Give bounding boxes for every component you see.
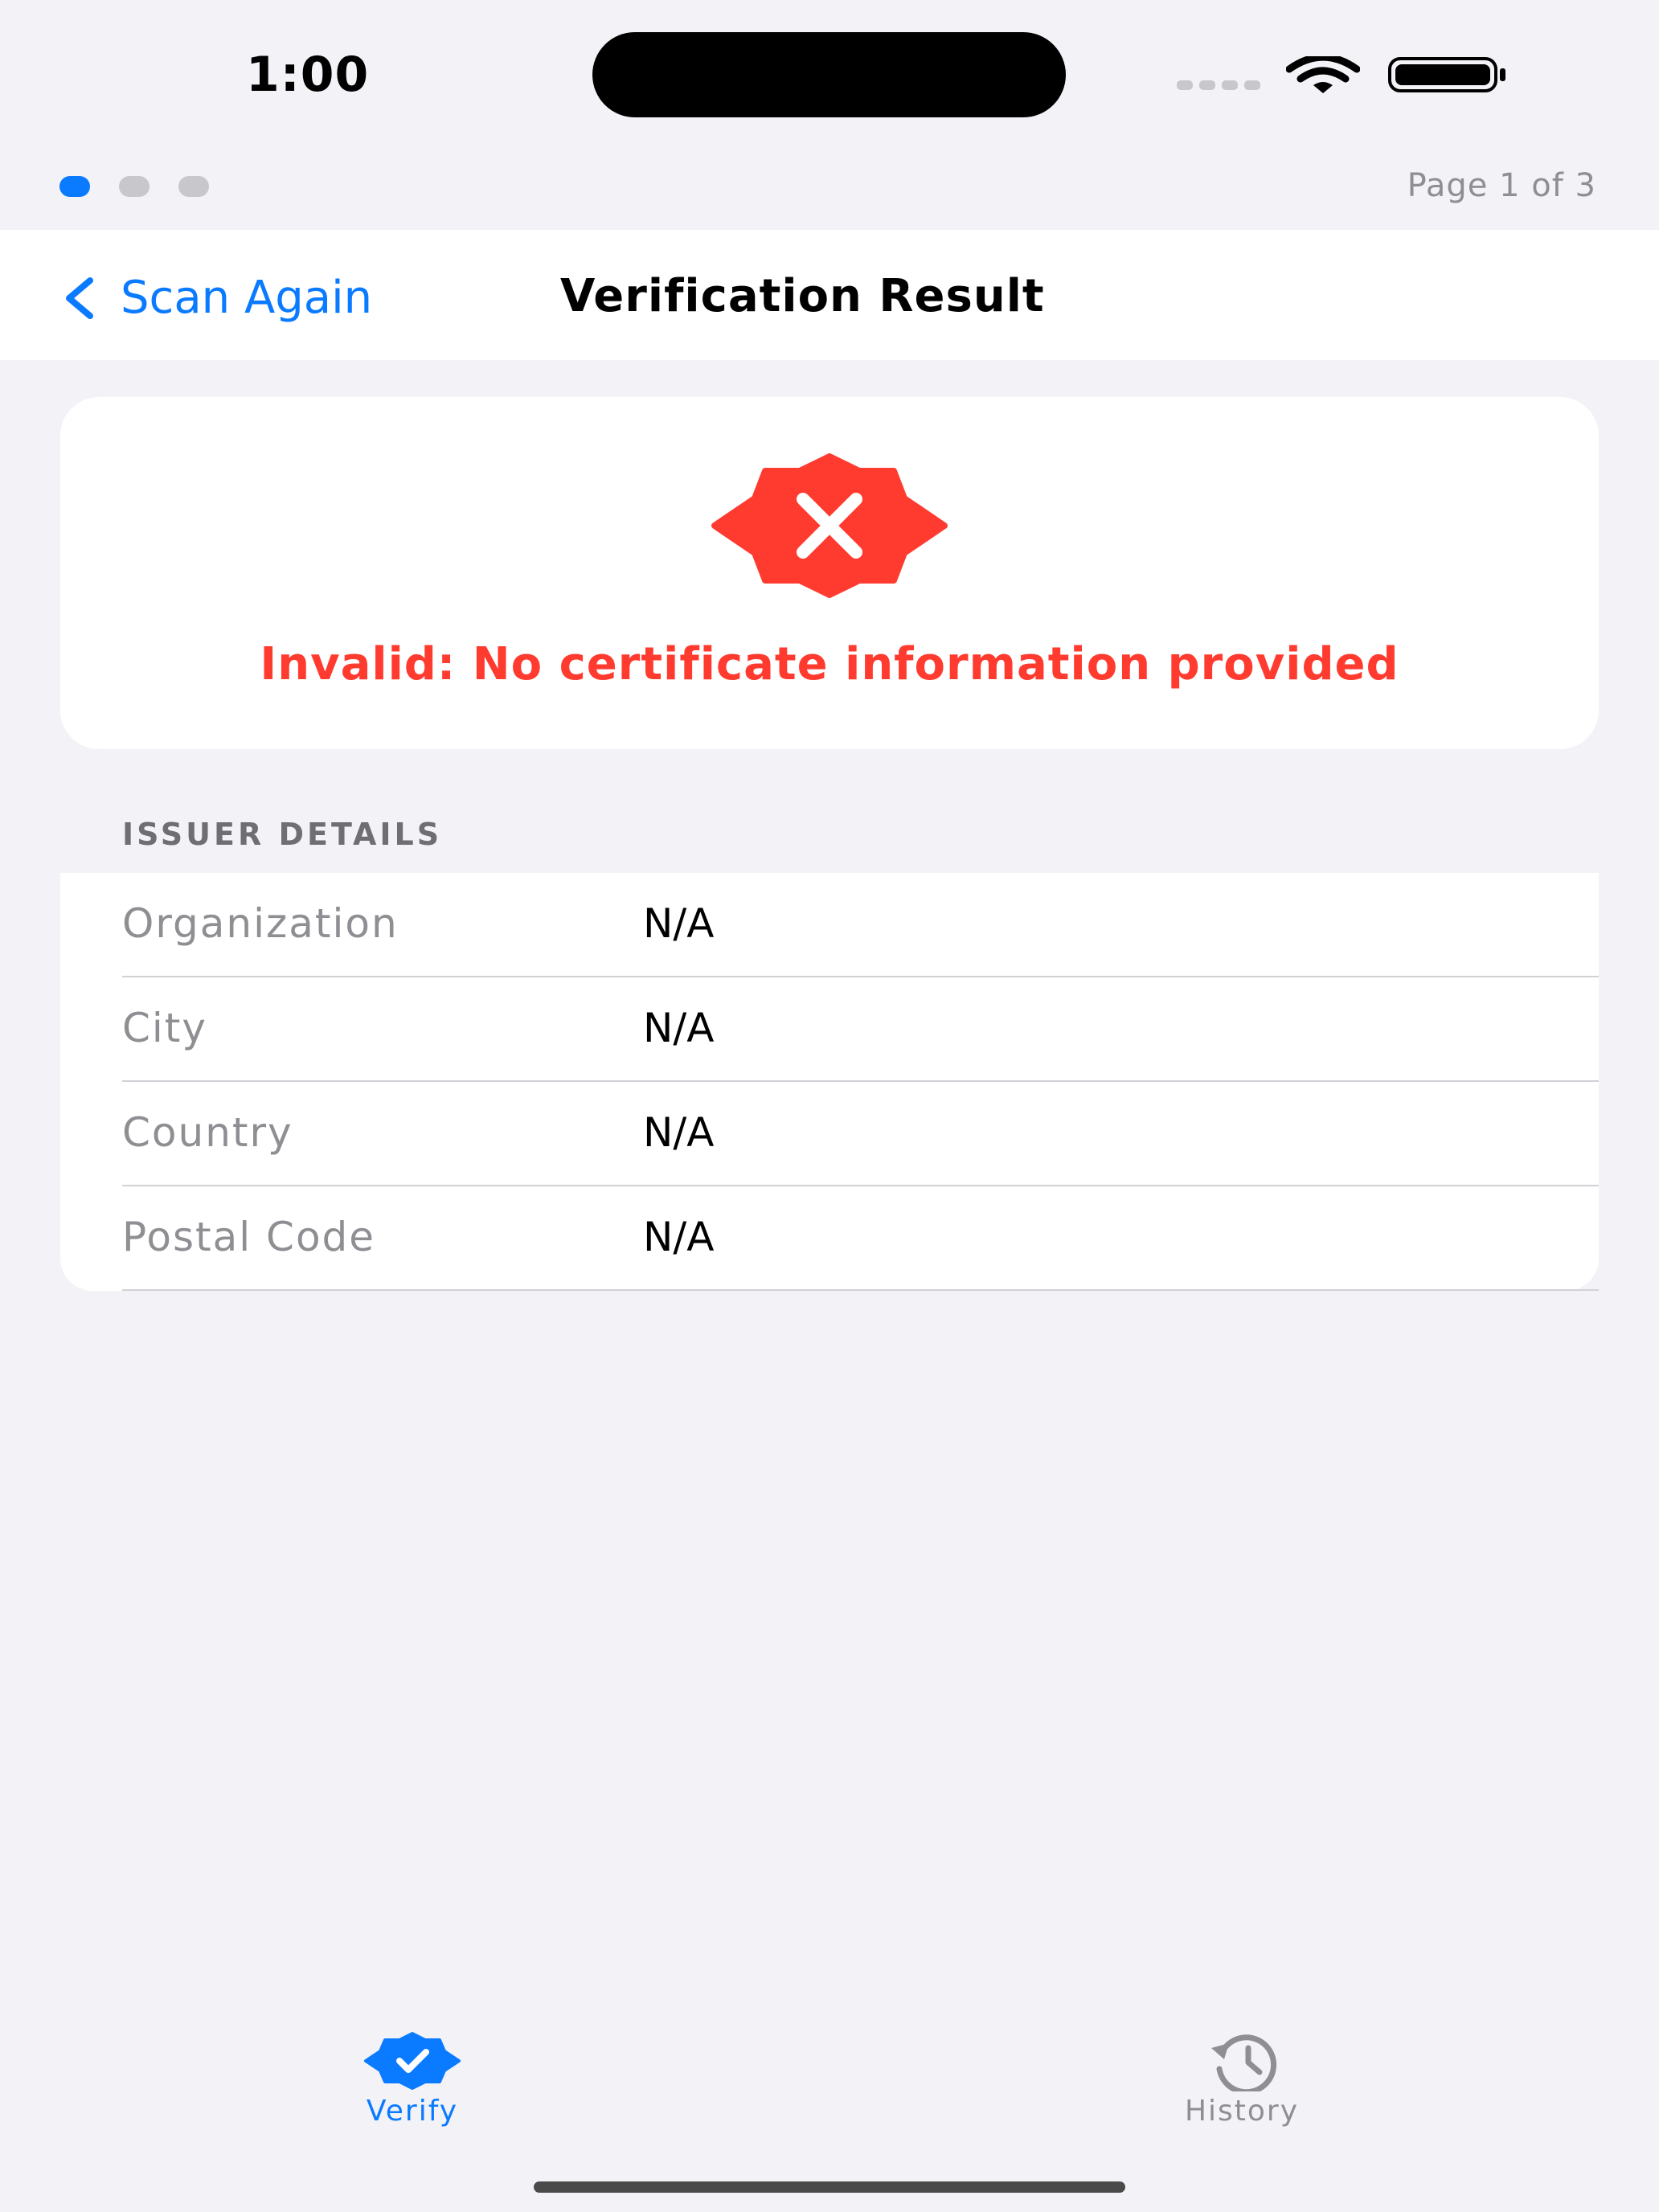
xmark-seal-fill-icon: [711, 453, 948, 598]
scan-again-button[interactable]: Scan Again: [59, 272, 372, 324]
dynamic-island: [592, 32, 1066, 117]
detail-value: N/A: [643, 1005, 715, 1051]
detail-value: N/A: [643, 1214, 715, 1260]
battery-icon: [1388, 57, 1505, 92]
checkmark-seal-fill-icon: [364, 2032, 461, 2090]
wifi-icon: [1286, 56, 1360, 93]
detail-value: N/A: [643, 1109, 715, 1156]
result-card: Invalid: No certificate information prov…: [60, 397, 1599, 749]
page-dot-2[interactable]: [119, 176, 150, 197]
page-dot-1[interactable]: [59, 176, 90, 197]
chevron-left-icon: [66, 276, 93, 319]
detail-row-country: Country N/A: [122, 1082, 1599, 1186]
issuer-section-header: ISSUER DETAILS: [122, 817, 443, 852]
detail-row-postal-code: Postal Code N/A: [122, 1186, 1599, 1291]
back-button-label: Scan Again: [121, 272, 373, 324]
tab-history-label: History: [1184, 2095, 1300, 2128]
page-label: Page 1 of 3: [1407, 167, 1596, 204]
page-indicator[interactable]: [59, 176, 209, 197]
tab-history[interactable]: History: [1157, 2030, 1326, 2128]
navigation-bar: Scan Again Verification Result: [0, 230, 1659, 360]
detail-label: City: [122, 1005, 207, 1051]
cellular-signal-icon: [1177, 80, 1260, 90]
detail-label: Postal Code: [122, 1214, 376, 1260]
detail-label: Country: [122, 1109, 293, 1156]
home-indicator[interactable]: [534, 2181, 1125, 2193]
tab-verify-label: Verify: [366, 2095, 459, 2128]
detail-row-organization: Organization N/A: [122, 873, 1599, 977]
detail-label: Organization: [122, 900, 399, 947]
issuer-details-list: Organization N/A City N/A Country N/A Po…: [60, 873, 1599, 1291]
detail-value: N/A: [643, 900, 715, 947]
tab-verify[interactable]: Verify: [352, 2030, 473, 2128]
detail-row-city: City N/A: [122, 977, 1599, 1082]
clock-arrow-circlepath-icon: [1211, 2034, 1277, 2091]
result-message: Invalid: No certificate information prov…: [260, 638, 1399, 690]
page-title: Verification Result: [560, 270, 1045, 322]
status-time: 1:00: [246, 47, 370, 103]
page-dot-3[interactable]: [178, 176, 209, 197]
